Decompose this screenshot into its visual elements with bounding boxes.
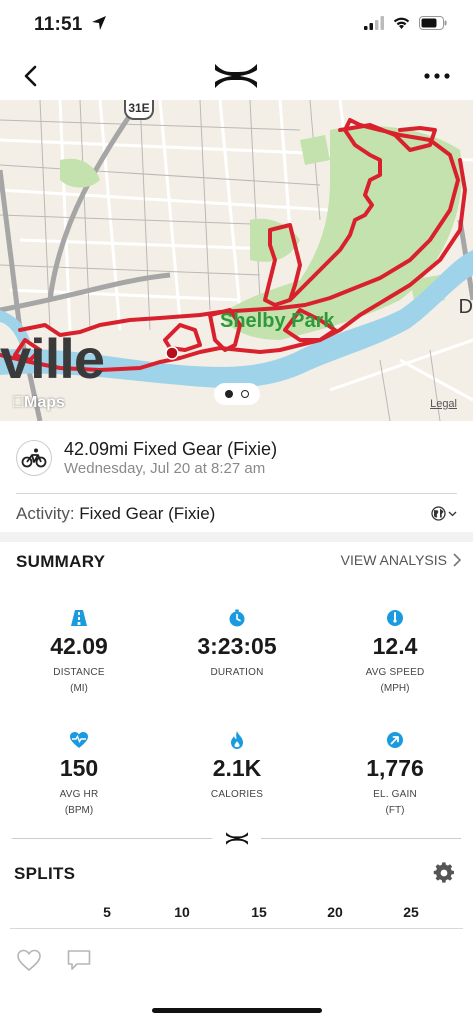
stat-label: EL. GAIN (373, 789, 417, 800)
map-edge-label: D (458, 296, 473, 318)
stat-label: AVG SPEED (365, 667, 425, 678)
map-park-label: Shelby Park (220, 310, 335, 332)
stat-label: CALORIES (210, 789, 264, 800)
chevron-down-icon (448, 511, 457, 516)
route-shield: 31E (124, 100, 154, 120)
apple-logo-icon:  (12, 394, 24, 411)
status-indicators (364, 16, 447, 30)
activity-row[interactable]: Activity: Fixed Gear (Fixie) (0, 496, 473, 532)
activity-value: Fixed Gear (Fixie) (79, 504, 216, 523)
stat-unit: (BPM) (64, 805, 94, 816)
comment-icon[interactable] (66, 948, 92, 972)
map-legal-link[interactable]: Legal (430, 398, 457, 410)
stat-unit: (MI) (70, 683, 88, 694)
axis-tick: 20 (327, 904, 343, 920)
status-time: 11:51 (34, 14, 107, 36)
workout-date: Wednesday, Jul 20 at 8:27 am (64, 460, 266, 477)
stat-unit: (FT) (385, 805, 405, 816)
stat-elevation-gain: 1,776 EL. GAIN (FT) (316, 730, 473, 818)
activity-type-badge (16, 440, 52, 476)
maps-attribution: Maps (12, 394, 65, 411)
splits-title: SPLITS (14, 864, 76, 883)
home-indicator (152, 1008, 322, 1013)
status-bar: 11:51 (0, 0, 473, 54)
axis-tick: 5 (103, 904, 111, 920)
stat-label: DURATION (210, 667, 264, 678)
summary-title: SUMMARY (16, 552, 106, 571)
axis-tick: 25 (403, 904, 419, 920)
globe-icon (431, 506, 446, 521)
bicycle-icon (21, 448, 47, 468)
stat-value: 42.09 (50, 633, 108, 659)
stat-unit: (MPH) (380, 683, 410, 694)
stat-duration: 3:23:05 DURATION (158, 608, 316, 682)
stat-calories: 2.1K CALORIES (158, 730, 316, 804)
stat-label: DISTANCE (53, 667, 105, 678)
workout-title: 42.09mi Fixed Gear (Fixie) (64, 439, 278, 459)
splits-axis: 5 10 15 20 25 (0, 904, 473, 924)
stat-value: 3:23:05 (197, 633, 277, 659)
more-horizontal-icon (424, 73, 450, 79)
speedometer-icon (385, 608, 405, 628)
stat-avg-speed: 12.4 AVG SPEED (MPH) (316, 608, 473, 696)
stopwatch-icon (227, 608, 247, 628)
battery-icon (419, 16, 447, 30)
stat-value: 12.4 (372, 633, 418, 659)
gear-icon[interactable] (433, 862, 455, 884)
axis-tick: 15 (251, 904, 267, 920)
map-city-label: ville (0, 327, 105, 390)
map-page-indicator[interactable] (214, 383, 260, 405)
nav-bar (0, 54, 473, 100)
more-options-button[interactable] (421, 64, 453, 88)
chevron-right-icon (453, 553, 461, 567)
heart-rate-icon (69, 730, 89, 750)
page-dot-active[interactable] (225, 390, 233, 398)
stat-avg-hr: 150 AVG HR (BPM) (0, 730, 158, 818)
stat-value: 2.1K (212, 755, 262, 781)
flame-icon (227, 730, 247, 750)
road-icon (69, 608, 89, 628)
divider-line (261, 838, 461, 839)
social-bar (0, 940, 473, 980)
stat-value: 1,776 (366, 755, 424, 781)
activity-label: Activity: Fixed Gear (Fixie) (16, 504, 216, 523)
divider-line (12, 838, 212, 839)
splits-header: SPLITS (0, 860, 473, 888)
elevation-arrow-icon (385, 730, 405, 750)
workout-header: 42.09mi Fixed Gear (Fixie) Wednesday, Ju… (0, 430, 473, 492)
page-dot-inactive[interactable] (241, 390, 249, 398)
route-start-marker (165, 346, 179, 360)
chevron-left-icon (24, 65, 37, 87)
privacy-selector[interactable] (431, 506, 457, 521)
heart-outline-icon[interactable] (16, 948, 42, 972)
section-gap (0, 532, 473, 542)
stat-value: 150 (59, 755, 99, 781)
stat-label: AVG HR (59, 789, 99, 800)
stat-distance: 42.09 DISTANCE (MI) (0, 608, 158, 696)
view-analysis-link[interactable]: VIEW ANALYSIS (341, 552, 461, 568)
divider (10, 928, 463, 929)
brand-divider (0, 830, 473, 846)
route-map[interactable]: 31E ville Shelby Park D Maps Legal (0, 100, 473, 421)
axis-tick: 10 (174, 904, 190, 920)
under-armour-logo (226, 832, 248, 845)
under-armour-logo (215, 64, 257, 88)
cellular-signal-icon (364, 16, 384, 30)
location-arrow-icon (92, 16, 107, 30)
wifi-icon (393, 17, 410, 29)
summary-header: SUMMARY VIEW ANALYSIS (0, 548, 473, 576)
back-button[interactable] (14, 60, 46, 92)
divider (16, 493, 457, 494)
